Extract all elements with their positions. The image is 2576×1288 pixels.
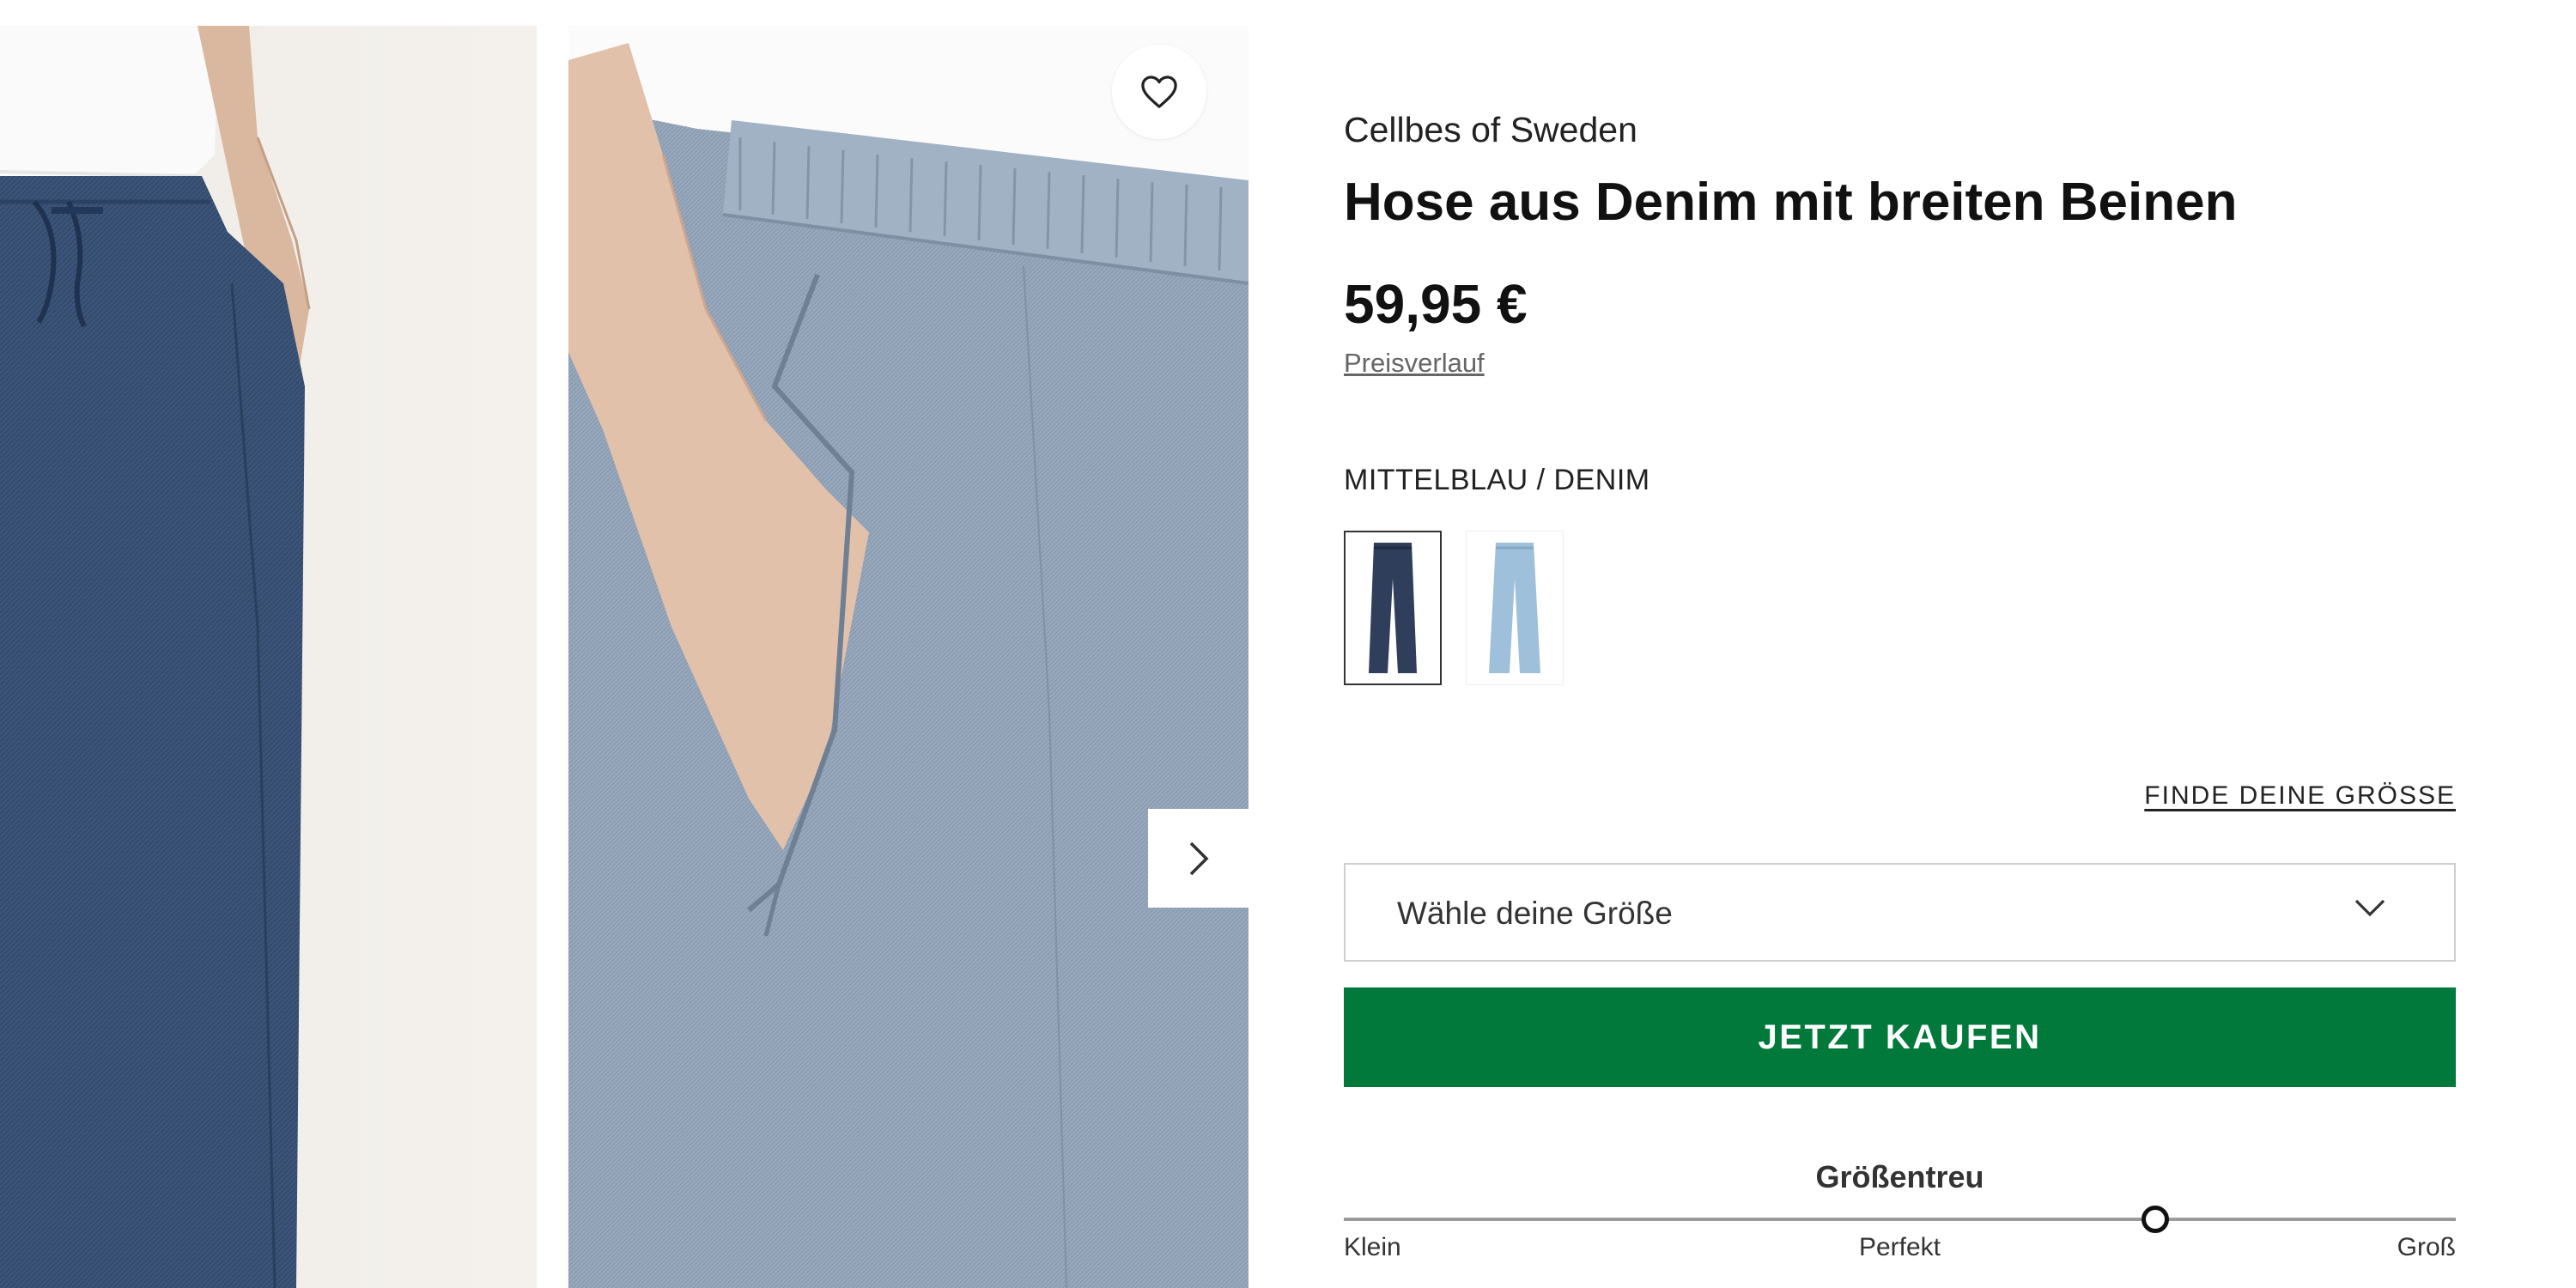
color-swatch-mittelblau[interactable]	[1344, 531, 1442, 685]
swatch-thumbnail-light	[1489, 543, 1540, 673]
chevron-down-icon	[2354, 899, 2385, 917]
size-select[interactable]: Wähle deine Größe	[1344, 863, 2456, 962]
favorite-button[interactable]	[1112, 45, 1206, 139]
chevron-right-icon	[1189, 841, 1209, 875]
product-photo-front-image	[0, 26, 311, 1288]
brand-name[interactable]: Cellbes of Sweden	[1344, 110, 1637, 150]
buy-now-button[interactable]: JETZT KAUFEN	[1344, 987, 2456, 1087]
find-your-size-link[interactable]: FINDE DEINE GRÖSSE	[2144, 781, 2456, 811]
product-photo-detail-image	[568, 26, 1249, 1288]
size-select-placeholder: Wähle deine Größe	[1397, 896, 1673, 931]
fit-label-perfect: Perfekt	[1858, 1233, 1941, 1261]
gallery-next-button[interactable]	[1148, 809, 1249, 908]
product-gallery	[0, 0, 1249, 1288]
product-photo-detail[interactable]	[568, 26, 1249, 1288]
selected-color-label: MITTELBLAU / DENIM	[1344, 464, 1650, 496]
fit-indicator-track	[1344, 1218, 2456, 1221]
fit-indicator-marker	[2142, 1206, 2169, 1233]
product-photo-front[interactable]	[0, 26, 537, 1288]
swatch-thumbnail-dark	[1369, 543, 1417, 673]
price-history-link[interactable]: Preisverlauf	[1344, 348, 1485, 379]
fit-label-large: Groß	[2397, 1233, 2456, 1261]
product-details-panel: Cellbes of Sweden Hose aus Denim mit bre…	[1344, 0, 2456, 1288]
product-title: Hose aus Denim mit breiten Beinen	[1344, 173, 2238, 232]
fit-indicator-title: Größentreu	[1815, 1159, 1984, 1194]
color-swatch-hellblau[interactable]	[1466, 531, 1564, 685]
heart-icon	[1141, 76, 1177, 108]
product-price: 59,95 €	[1344, 273, 1528, 335]
